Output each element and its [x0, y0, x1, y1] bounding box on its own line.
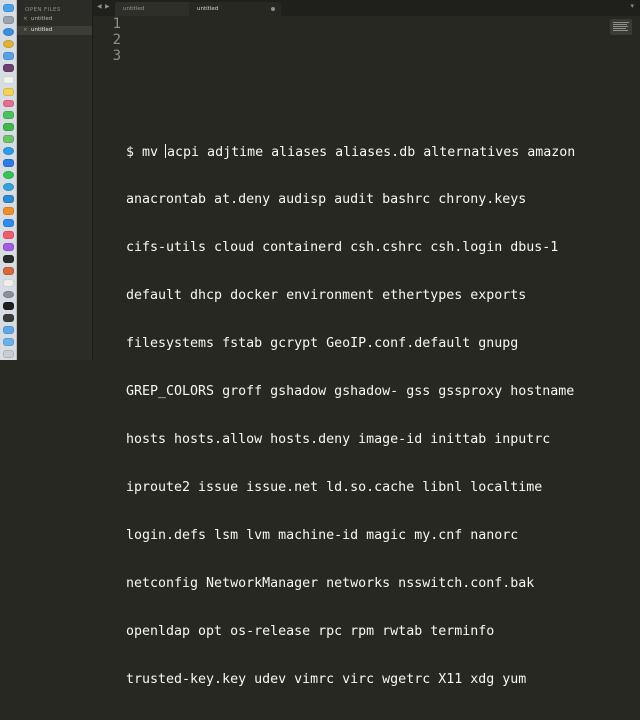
forward-arrow-icon[interactable]: ▶ — [105, 3, 110, 10]
minimap[interactable] — [610, 19, 632, 35]
line-number: 2 — [112, 32, 121, 48]
code-line: anacrontab at.deny audisp audit bashrc c… — [126, 192, 527, 207]
activity-monitor-icon[interactable] — [2, 314, 14, 323]
terminal-icon[interactable] — [2, 302, 14, 311]
line-number: 3 — [112, 48, 121, 64]
code-line: iproute2 issue issue.net ld.so.cache lib… — [126, 480, 543, 495]
slack-icon[interactable] — [2, 63, 14, 72]
code-line: cifs-utils cloud containerd csh.cshrc cs… — [126, 240, 559, 255]
sidebar-file-untitled-2[interactable]: × untitled — [17, 26, 92, 35]
sidebar: OPEN FILES × untitled × untitled — [17, 0, 93, 360]
preview-icon[interactable] — [2, 266, 14, 275]
code-line: filesystems fstab gcrypt GeoIP.conf.defa… — [126, 336, 519, 351]
command-prefix: $ mv — [126, 145, 167, 160]
line-gutter: 1 2 3 — [93, 16, 121, 64]
reminders-icon[interactable] — [2, 278, 14, 287]
command-args: acpi adjtime aliases aliases.db alternat… — [167, 145, 576, 160]
sidebar-header: OPEN FILES — [25, 7, 61, 13]
text-cursor — [165, 144, 167, 158]
calendar-icon[interactable] — [2, 75, 14, 84]
whatsapp-icon[interactable] — [2, 171, 14, 180]
tab-untitled-2[interactable]: untitled — [189, 2, 281, 16]
line-number: 1 — [112, 16, 121, 32]
code-area[interactable]: $ mv acpi adjtime aliases aliases.db alt… — [126, 16, 631, 720]
code-line: default dhcp docker environment ethertyp… — [126, 288, 527, 303]
sublime-icon[interactable] — [2, 206, 14, 215]
music-icon[interactable] — [2, 230, 14, 239]
downloads-icon[interactable] — [2, 338, 14, 347]
dock — [0, 0, 17, 360]
code-line: GREP_COLORS groff gshadow gshadow- gss g… — [126, 384, 575, 399]
trash-icon[interactable] — [2, 350, 14, 359]
tab-overflow-icon[interactable]: ▾ — [630, 2, 634, 10]
code-line: $ mv acpi adjtime aliases aliases.db alt… — [126, 144, 631, 160]
sidebar-file-label: untitled — [31, 27, 53, 33]
tab-bar: ◀ ▶ untitled × untitled ▾ — [93, 0, 640, 16]
facetime-icon[interactable] — [2, 123, 14, 132]
podcasts-icon[interactable] — [2, 242, 14, 251]
tv-icon[interactable] — [2, 254, 14, 263]
folder-icon[interactable] — [2, 326, 14, 335]
code-line: login.defs lsm lvm machine-id magic my.c… — [126, 528, 519, 543]
back-arrow-icon[interactable]: ◀ — [97, 3, 102, 10]
close-icon[interactable]: × — [23, 15, 28, 24]
telegram-icon[interactable] — [2, 183, 14, 191]
unsaved-dot-icon[interactable] — [271, 7, 275, 11]
sidebar-file-untitled-1[interactable]: × untitled — [17, 15, 92, 24]
tab-label: untitled — [197, 6, 219, 12]
notes-icon[interactable] — [2, 87, 14, 96]
code-line: openldap opt os-release rpc rpm rwtab te… — [126, 624, 495, 639]
vscode-icon[interactable] — [2, 195, 14, 203]
finder-icon[interactable] — [2, 4, 14, 12]
app-store-icon[interactable] — [2, 218, 14, 227]
mail-icon[interactable] — [2, 51, 14, 60]
close-icon[interactable]: × — [23, 26, 28, 35]
safari-icon[interactable] — [2, 27, 14, 36]
skype-icon[interactable] — [2, 147, 14, 156]
launchpad-icon[interactable] — [2, 15, 14, 24]
editor[interactable]: 1 2 3 $ mv acpi adjtime aliases aliases.… — [93, 16, 640, 687]
sidebar-file-label: untitled — [31, 16, 53, 22]
chrome-icon[interactable] — [2, 39, 14, 48]
photos-icon[interactable] — [2, 99, 14, 108]
maps-icon[interactable] — [2, 135, 14, 144]
code-line: hosts hosts.allow hosts.deny image-id in… — [126, 432, 551, 447]
messages-icon[interactable] — [2, 111, 14, 120]
code-line: trusted-key.key udev vimrc virc wgetrc X… — [126, 672, 527, 687]
tab-label: untitled — [123, 6, 145, 12]
system-preferences-icon[interactable] — [2, 290, 14, 299]
zoom-icon[interactable] — [2, 159, 14, 168]
code-line: netconfig NetworkManager networks nsswit… — [126, 576, 535, 591]
